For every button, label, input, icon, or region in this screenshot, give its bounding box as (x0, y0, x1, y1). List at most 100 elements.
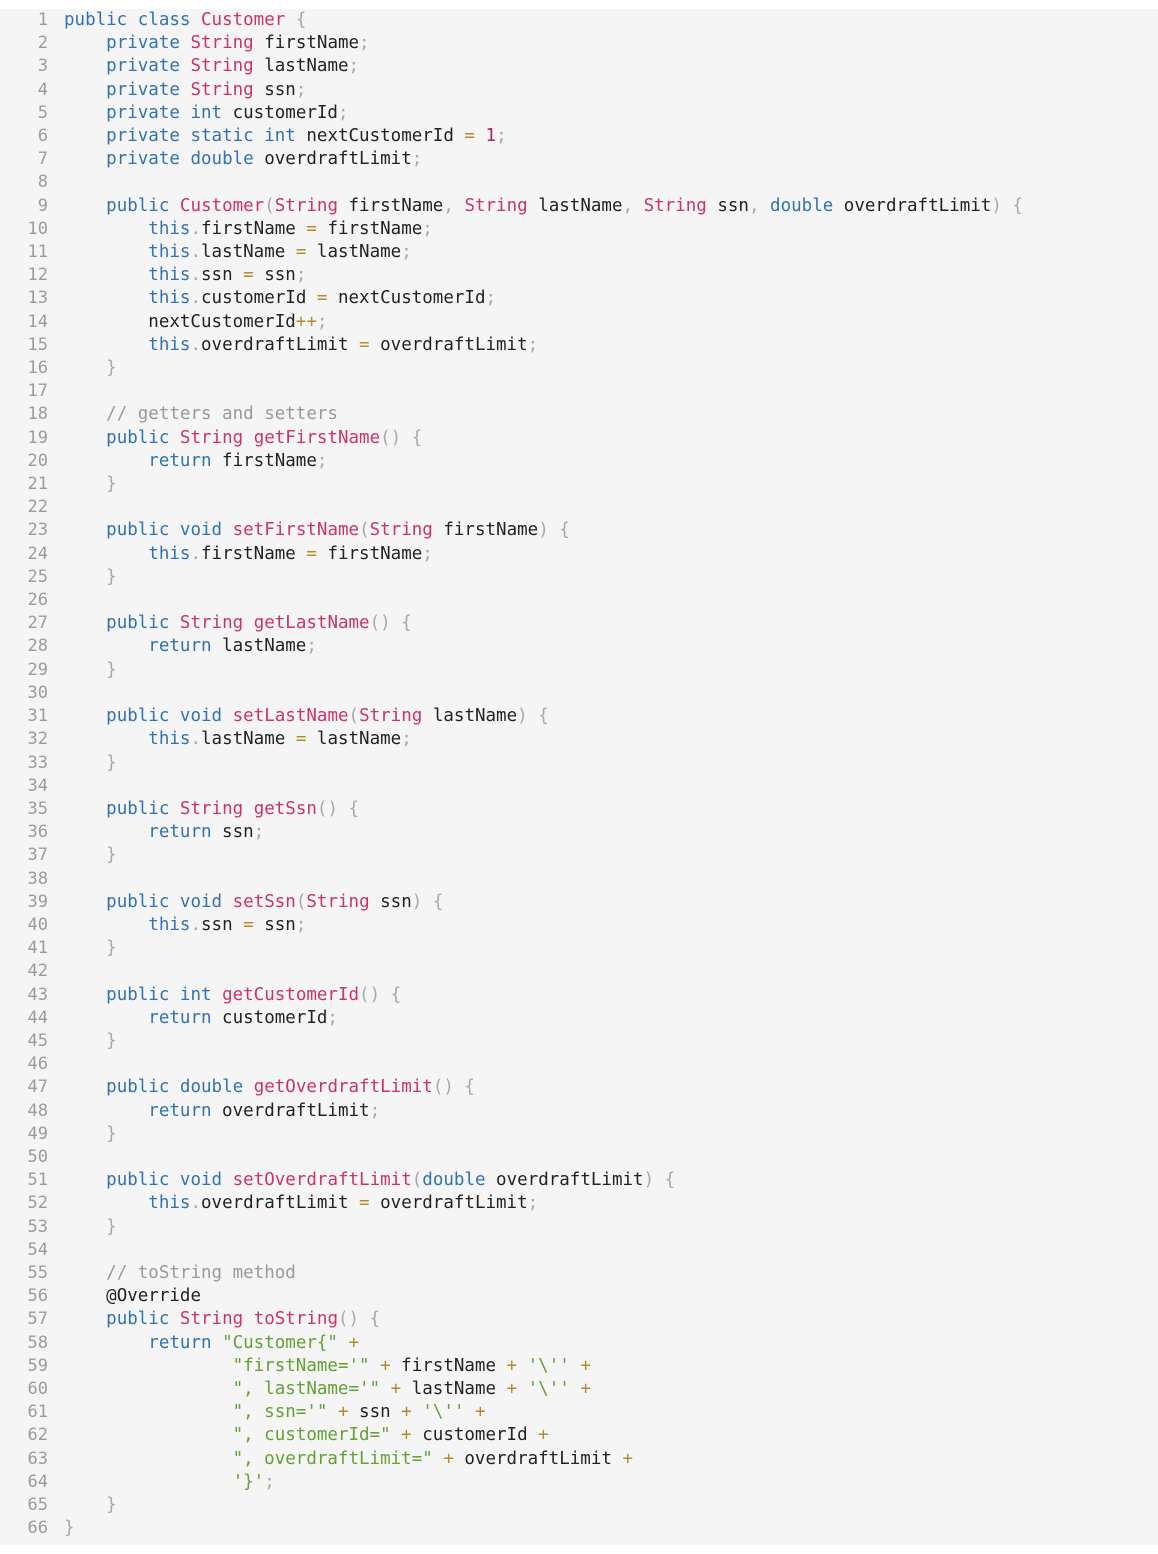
token-d (64, 544, 148, 564)
code-line-content[interactable]: nextCustomerId++; (58, 311, 1158, 334)
line-number: 9 (37, 195, 48, 216)
code-line-content[interactable] (58, 496, 1158, 519)
code-line-content[interactable]: private String lastName; (58, 55, 1158, 78)
code-line-content[interactable]: this.customerId = nextCustomerId; (58, 287, 1158, 310)
token-d: nextCustomerId (64, 311, 296, 332)
code-line-content[interactable]: ", overdraftLimit=" + overdraftLimit + (58, 1448, 1158, 1471)
code-line-content[interactable]: } (58, 844, 1158, 867)
code-line-content[interactable]: return overdraftLimit; (58, 1100, 1158, 1123)
code-line-content[interactable]: public Customer(String firstName, String… (58, 195, 1158, 218)
code-line-content[interactable]: public String getLastName() { (58, 612, 1158, 635)
code-line: 42 (0, 960, 1158, 983)
code-line-content[interactable]: } (58, 1030, 1158, 1053)
code-line-content[interactable]: private int customerId; (58, 102, 1158, 125)
code-line-content[interactable]: this.lastName = lastName; (58, 241, 1158, 264)
code-line-content[interactable]: private static int nextCustomerId = 1; (58, 125, 1158, 148)
code-line-content[interactable]: public void setLastName(String lastName)… (58, 705, 1158, 728)
code-line-content[interactable]: } (58, 566, 1158, 589)
token-o: = (464, 126, 475, 147)
code-line-content[interactable]: // toString method (58, 1262, 1158, 1285)
token-d (64, 1217, 106, 1237)
code-line-content[interactable]: ", customerId=" + customerId + (58, 1424, 1158, 1447)
code-line: 55 // toString method (0, 1262, 1158, 1285)
code-line-content[interactable]: this.lastName = lastName; (58, 728, 1158, 751)
line-number: 60 (27, 1378, 48, 1399)
code-line-content[interactable]: "firstName='" + firstName + '\'' + (58, 1355, 1158, 1378)
code-line-content[interactable] (58, 1239, 1158, 1262)
line-number: 34 (27, 775, 48, 796)
token-d (64, 126, 106, 146)
code-line-content[interactable]: this.ssn = ssn; (58, 914, 1158, 937)
code-line-content[interactable]: private String firstName; (58, 32, 1158, 55)
line-number: 11 (27, 242, 48, 263)
code-line-content[interactable]: } (58, 357, 1158, 380)
code-line-content[interactable]: } (58, 1494, 1158, 1517)
code-line-content[interactable]: } (58, 1517, 1158, 1540)
token-d: nextCustomerId (295, 126, 465, 147)
code-line-content[interactable]: return firstName; (58, 450, 1158, 473)
token-p: ; (401, 242, 412, 263)
code-line-content[interactable]: this.firstName = firstName; (58, 218, 1158, 241)
token-d (180, 149, 191, 169)
code-line-content[interactable]: } (58, 659, 1158, 682)
code-line-content[interactable]: } (58, 473, 1158, 496)
token-k: private (106, 33, 180, 54)
code-line-content[interactable] (58, 1146, 1158, 1169)
code-line-content[interactable]: public void setOverdraftLimit(double ove… (58, 1169, 1158, 1192)
token-p: () { (380, 427, 423, 448)
code-line-content[interactable]: return "Customer{" + (58, 1332, 1158, 1355)
line-number: 62 (27, 1425, 48, 1446)
token-k: int (190, 102, 223, 123)
code-line-content[interactable] (58, 380, 1158, 403)
token-d: ssn (369, 891, 412, 912)
token-d (169, 520, 180, 540)
code-line-content[interactable] (58, 171, 1158, 194)
code-line-content[interactable]: public class Customer { (58, 9, 1158, 32)
token-k: public (106, 427, 170, 448)
code-line-content[interactable]: public double getOverdraftLimit() { (58, 1076, 1158, 1099)
token-d (64, 196, 106, 216)
code-line-content[interactable]: } (58, 1123, 1158, 1146)
code-line-content[interactable]: ", ssn='" + ssn + '\'' + (58, 1401, 1158, 1424)
code-line-content[interactable]: private String ssn; (58, 79, 1158, 102)
code-line-content[interactable]: // getters and setters (58, 403, 1158, 426)
code-line-content[interactable] (58, 682, 1158, 705)
line-number: 5 (37, 102, 48, 123)
token-s: "firstName='" (232, 1355, 370, 1376)
code-line-content[interactable]: @Override (58, 1285, 1158, 1308)
line-number: 32 (27, 729, 48, 750)
code-line-content[interactable]: return ssn; (58, 821, 1158, 844)
code-line-content[interactable] (58, 868, 1158, 891)
line-number: 31 (27, 706, 48, 727)
code-line-content[interactable] (58, 775, 1158, 798)
code-line-content[interactable]: return lastName; (58, 635, 1158, 658)
code-line: 52 this.overdraftLimit = overdraftLimit; (0, 1192, 1158, 1215)
code-line-content[interactable] (58, 589, 1158, 612)
token-d (127, 10, 138, 30)
code-line-content[interactable]: public String toString() { (58, 1308, 1158, 1331)
code-line-content[interactable]: } (58, 1216, 1158, 1239)
code-line-content[interactable]: private double overdraftLimit; (58, 148, 1158, 171)
code-line-content[interactable]: } (58, 937, 1158, 960)
code-line-content[interactable]: public void setSsn(String ssn) { (58, 891, 1158, 914)
code-line-content[interactable] (58, 960, 1158, 983)
code-line-content[interactable]: return customerId; (58, 1007, 1158, 1030)
code-line: 9 public Customer(String firstName, Stri… (0, 195, 1158, 218)
code-line-content[interactable]: public String getFirstName() { (58, 427, 1158, 450)
token-d (64, 288, 148, 308)
code-line-content[interactable] (58, 1053, 1158, 1076)
token-d: lastName (401, 1378, 507, 1399)
code-line-content[interactable]: this.ssn = ssn; (58, 264, 1158, 287)
code-line-content[interactable]: this.overdraftLimit = overdraftLimit; (58, 334, 1158, 357)
code-line-content[interactable]: } (58, 752, 1158, 775)
code-line-content[interactable]: '}'; (58, 1471, 1158, 1494)
code-line-content[interactable]: ", lastName='" + lastName + '\'' + (58, 1378, 1158, 1401)
code-line-content[interactable]: public void setFirstName(String firstNam… (58, 519, 1158, 542)
code-line-content[interactable]: this.firstName = firstName; (58, 543, 1158, 566)
code-line-content[interactable]: public int getCustomerId() { (58, 984, 1158, 1007)
code-line-content[interactable]: public String getSsn() { (58, 798, 1158, 821)
code-line: 53 } (0, 1216, 1158, 1239)
token-d (169, 1077, 180, 1097)
token-k: this (148, 265, 191, 286)
code-line-content[interactable]: this.overdraftLimit = overdraftLimit; (58, 1192, 1158, 1215)
